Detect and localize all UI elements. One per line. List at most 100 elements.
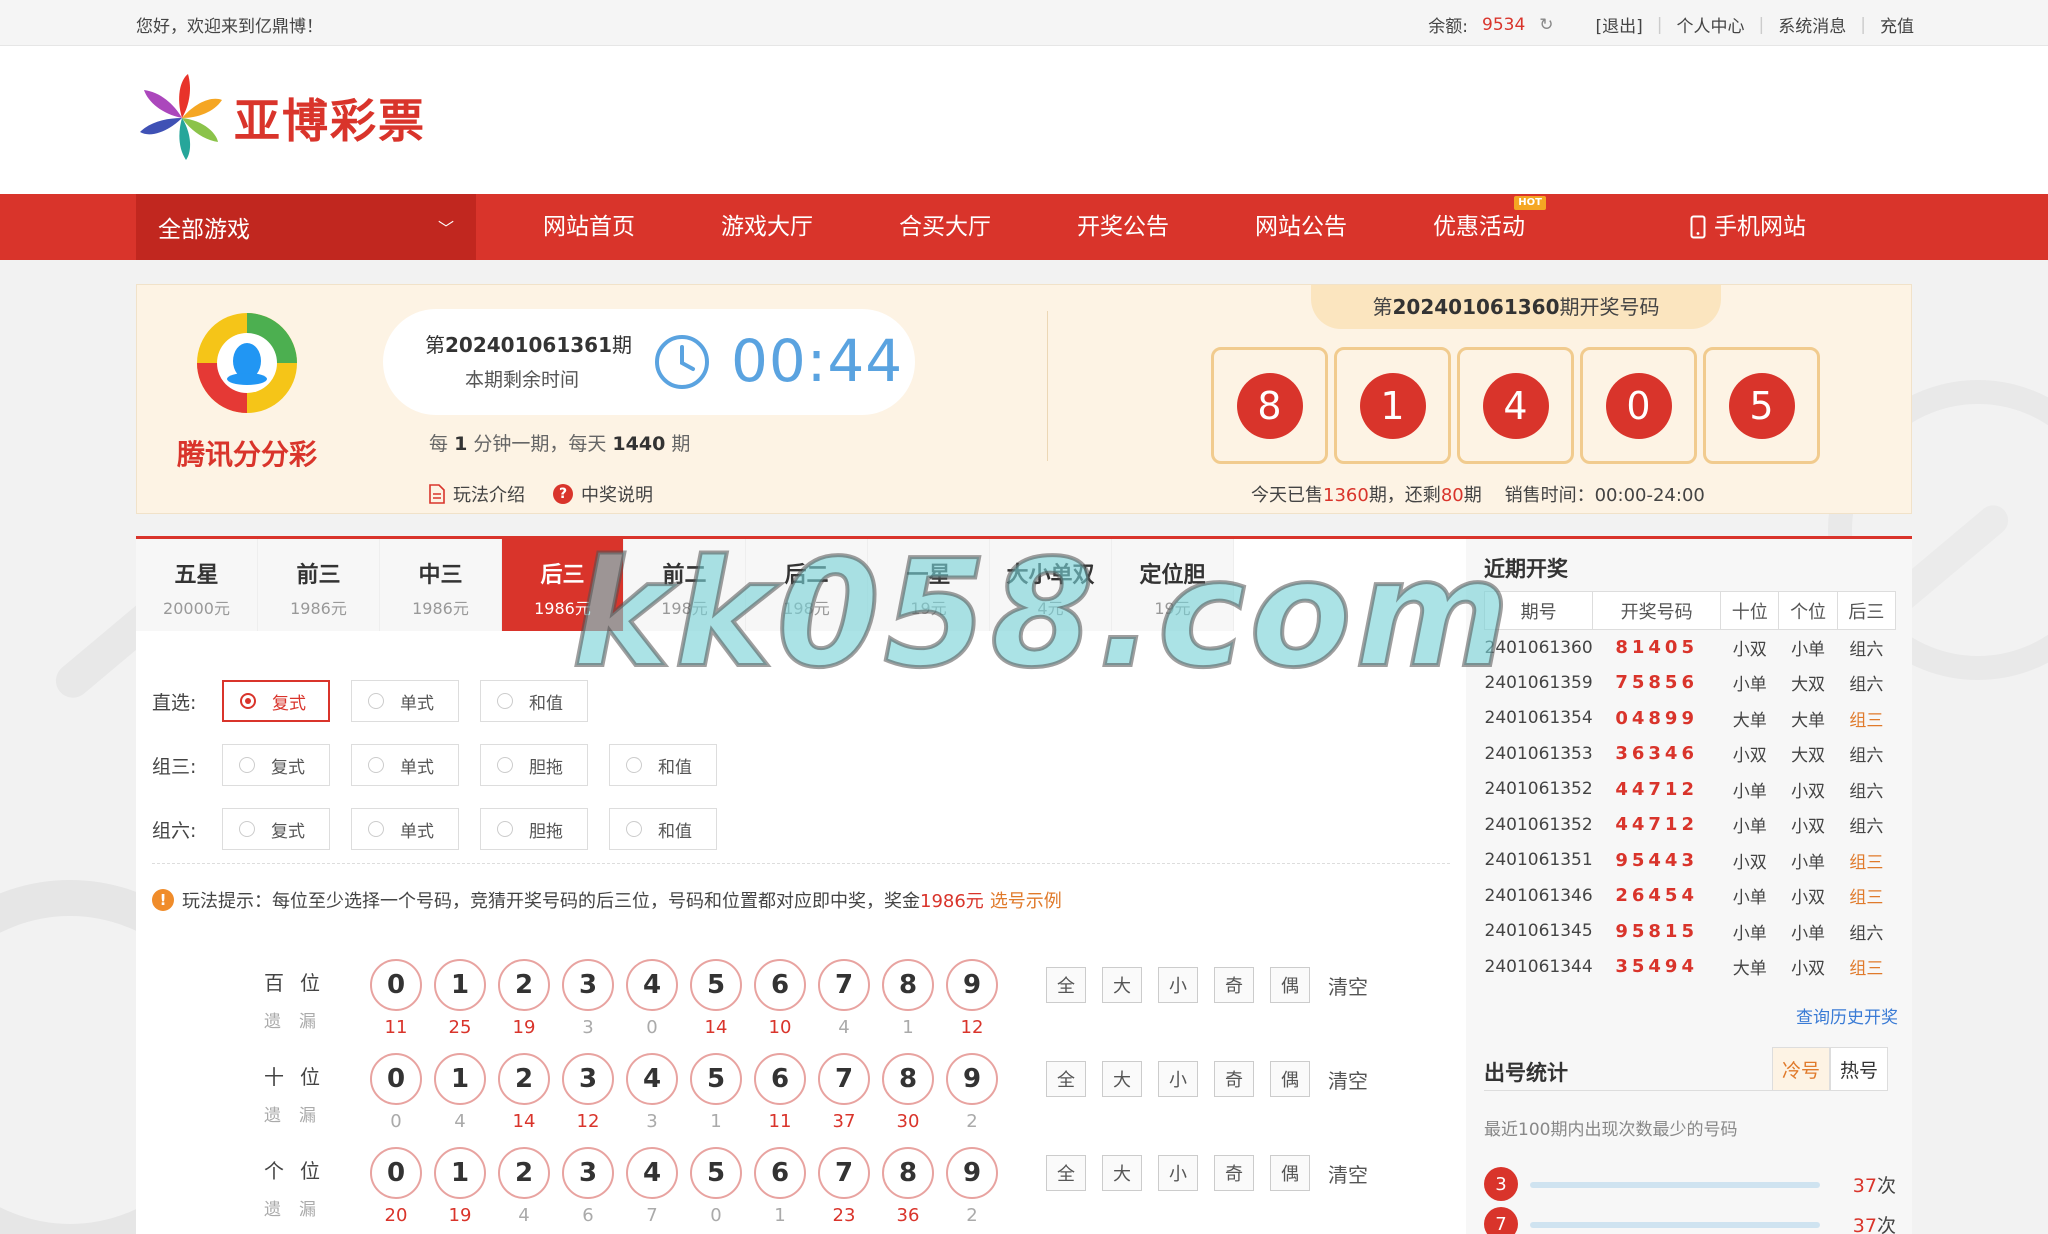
digit-ball[interactable]: 3 xyxy=(562,1147,614,1199)
option-direct-single[interactable]: 单式 xyxy=(351,680,459,722)
account-links: 余额: 9534 ↻ [退出] | 个人中心 | 系统消息 | 充值 xyxy=(1428,12,1914,38)
digit-ball[interactable]: 7 xyxy=(818,1147,870,1199)
digit-ball[interactable]: 0 xyxy=(370,1053,422,1105)
refresh-icon[interactable]: ↻ xyxy=(1539,15,1553,35)
digit-ball[interactable]: 8 xyxy=(882,959,934,1011)
tab-middle-three[interactable]: 中三 1986元 xyxy=(380,539,502,631)
sales-left: 80 xyxy=(1440,485,1464,506)
clock-icon xyxy=(655,335,709,389)
option-group3-banker[interactable]: 胆拖 xyxy=(480,744,588,786)
option-group3-compound[interactable]: 复式 xyxy=(222,744,330,786)
digit-ball[interactable]: 8 xyxy=(882,1053,934,1105)
tab-one-star[interactable]: 一星 19元 xyxy=(868,539,990,631)
clear-button[interactable]: 清空 xyxy=(1328,1065,1368,1094)
quick-select-button[interactable]: 小 xyxy=(1158,1155,1198,1191)
nav-item-home[interactable]: 网站首页 xyxy=(500,194,678,260)
digit-ball[interactable]: 4 xyxy=(626,1053,678,1105)
option-direct-compound[interactable]: 复式 xyxy=(222,680,330,722)
quick-select-button[interactable]: 全 xyxy=(1046,1155,1086,1191)
digit-ball[interactable]: 1 xyxy=(434,1053,486,1105)
quick-select-button[interactable]: 全 xyxy=(1046,1061,1086,1097)
digit-ball[interactable]: 8 xyxy=(882,1147,934,1199)
option-group3-sum[interactable]: 和值 xyxy=(609,744,717,786)
table-cell: 2401061345 xyxy=(1484,921,1593,942)
digit-column: 7 37 xyxy=(818,1053,870,1132)
digit-ball[interactable]: 0 xyxy=(370,1147,422,1199)
digit-ball[interactable]: 2 xyxy=(498,1147,550,1199)
quick-select-button[interactable]: 小 xyxy=(1158,1061,1198,1097)
digit-ball[interactable]: 9 xyxy=(946,1053,998,1105)
clear-button[interactable]: 清空 xyxy=(1328,1159,1368,1188)
tab-name: 中三 xyxy=(418,563,463,588)
mobile-site-link[interactable]: 手机网站 xyxy=(1690,194,1806,260)
option-group6-banker[interactable]: 胆拖 xyxy=(480,808,588,850)
digit-ball[interactable]: 6 xyxy=(754,959,806,1011)
digit-ball[interactable]: 9 xyxy=(946,959,998,1011)
current-issue: 第202401061361期 xyxy=(425,329,632,358)
quick-select-button[interactable]: 大 xyxy=(1102,1061,1142,1097)
site-logo[interactable]: 亚博彩票 xyxy=(136,72,426,164)
digit-ball[interactable]: 0 xyxy=(370,959,422,1011)
all-games-dropdown[interactable]: 全部游戏 ﹀ xyxy=(136,194,476,260)
user-center-link[interactable]: 个人中心 xyxy=(1677,12,1745,37)
quick-select-button[interactable]: 偶 xyxy=(1270,1061,1310,1097)
digit-ball[interactable]: 7 xyxy=(818,959,870,1011)
quick-select-button[interactable]: 偶 xyxy=(1270,967,1310,1003)
tab-front-three[interactable]: 前三 1986元 xyxy=(258,539,380,631)
digit-ball[interactable]: 5 xyxy=(690,1147,742,1199)
digit-ball[interactable]: 4 xyxy=(626,959,678,1011)
digit-ball[interactable]: 2 xyxy=(498,1053,550,1105)
example-link[interactable]: 选号示例 xyxy=(990,891,1062,912)
tab-hot-numbers[interactable]: 热号 xyxy=(1830,1047,1888,1091)
quick-select-button[interactable]: 大 xyxy=(1102,1155,1142,1191)
digit-ball[interactable]: 2 xyxy=(498,959,550,1011)
history-link[interactable]: 查询历史开奖 xyxy=(1796,1003,1898,1028)
digit-ball[interactable]: 6 xyxy=(754,1147,806,1199)
option-group6-single[interactable]: 单式 xyxy=(351,808,459,850)
digit-ball[interactable]: 3 xyxy=(562,959,614,1011)
digit-ball[interactable]: 1 xyxy=(434,959,486,1011)
digit-ball[interactable]: 6 xyxy=(754,1053,806,1105)
option-group6-sum[interactable]: 和值 xyxy=(609,808,717,850)
nav-item-announcements[interactable]: 网站公告 xyxy=(1212,194,1390,260)
messages-link[interactable]: 系统消息 xyxy=(1778,12,1846,37)
tab-cold-numbers[interactable]: 冷号 xyxy=(1772,1047,1830,1091)
nav-item-promotions[interactable]: 优惠活动 HOT xyxy=(1390,194,1568,260)
digit-ball[interactable]: 4 xyxy=(626,1147,678,1199)
miss-count: 3 xyxy=(582,1017,594,1038)
option-direct-sum[interactable]: 和值 xyxy=(480,680,588,722)
nav-item-results[interactable]: 开奖公告 xyxy=(1034,194,1212,260)
tab-front-two[interactable]: 前二 198元 xyxy=(624,539,746,631)
quick-select-button[interactable]: 偶 xyxy=(1270,1155,1310,1191)
prize-link[interactable]: ? 中奖说明 xyxy=(553,481,653,507)
digit-ball[interactable]: 7 xyxy=(818,1053,870,1105)
table-cell: 大单 xyxy=(1732,959,1767,980)
quick-select-button[interactable]: 全 xyxy=(1046,967,1086,1003)
nav-item-group-buy[interactable]: 合买大厅 xyxy=(856,194,1034,260)
quick-select-button[interactable]: 奇 xyxy=(1214,967,1254,1003)
quick-select-button[interactable]: 小 xyxy=(1158,967,1198,1003)
logout-link[interactable]: [退出] xyxy=(1596,12,1643,37)
tab-back-three[interactable]: 后三 1986元 xyxy=(502,539,624,631)
digit-ball[interactable]: 3 xyxy=(562,1053,614,1105)
rules-link[interactable]: 玩法介绍 xyxy=(429,481,525,507)
table-cell: 小双 xyxy=(1732,746,1767,767)
digit-picker: 0 20 1 19 2 4 3 6 4 7 5 0 6 1 7 23 8 36 9 2 xyxy=(370,1147,998,1226)
digit-ball[interactable]: 1 xyxy=(434,1147,486,1199)
clear-button[interactable]: 清空 xyxy=(1328,971,1368,1000)
tab-big-small-odd-even[interactable]: 大小单双 4元 xyxy=(990,539,1112,631)
option-group6-compound[interactable]: 复式 xyxy=(222,808,330,850)
recharge-link[interactable]: 充值 xyxy=(1880,12,1914,37)
digit-ball[interactable]: 5 xyxy=(690,959,742,1011)
tab-back-two[interactable]: 后二 198元 xyxy=(746,539,868,631)
quick-select-button[interactable]: 大 xyxy=(1102,967,1142,1003)
digit-ball[interactable]: 5 xyxy=(690,1053,742,1105)
quick-select-button[interactable]: 奇 xyxy=(1214,1061,1254,1097)
option-group3-single[interactable]: 单式 xyxy=(351,744,459,786)
tab-position[interactable]: 定位胆 19元 xyxy=(1112,539,1234,631)
quick-select-button[interactable]: 奇 xyxy=(1214,1155,1254,1191)
digit-column: 92 xyxy=(946,1147,998,1226)
nav-item-game-hall[interactable]: 游戏大厅 xyxy=(678,194,856,260)
tab-five-star[interactable]: 五星 20000元 xyxy=(136,539,258,631)
digit-ball[interactable]: 9 xyxy=(946,1147,998,1199)
